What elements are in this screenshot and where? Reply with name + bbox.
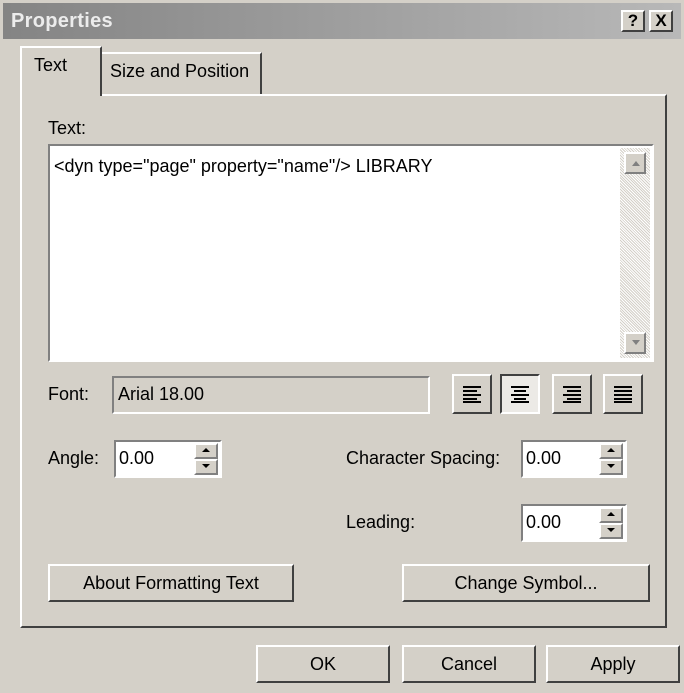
up-arrow-icon: [607, 448, 615, 452]
angle-value: 0.00: [119, 448, 155, 468]
scroll-up-button[interactable]: [624, 152, 646, 174]
character-spacing-increment-button[interactable]: [599, 443, 623, 459]
about-formatting-text-button[interactable]: About Formatting Text: [48, 564, 294, 602]
properties-dialog: Properties ? X Text Size and Position Te…: [0, 0, 684, 693]
window-title: Properties: [11, 10, 113, 32]
down-arrow-icon: [607, 528, 615, 532]
character-spacing-input[interactable]: 0.00: [521, 440, 627, 478]
close-button[interactable]: X: [649, 10, 673, 32]
text-input-area[interactable]: <dyn type="page" property="name"/> LIBRA…: [48, 144, 654, 362]
tab-text[interactable]: Text: [20, 46, 102, 96]
align-justify-button[interactable]: [603, 374, 643, 414]
tab-size-label: Size and Position: [110, 61, 250, 81]
scroll-down-button[interactable]: [624, 332, 646, 354]
angle-decrement-button[interactable]: [194, 459, 218, 475]
leading-label: Leading:: [346, 512, 416, 532]
align-right-button[interactable]: [552, 374, 592, 414]
apply-button[interactable]: Apply: [546, 645, 680, 683]
font-value: Arial 18.00: [118, 384, 205, 404]
up-arrow-icon: [607, 512, 615, 516]
up-arrow-icon: [202, 448, 210, 452]
angle-input[interactable]: 0.00: [114, 440, 222, 478]
font-label: Font:: [48, 384, 90, 404]
ok-button[interactable]: OK: [256, 645, 390, 683]
text-content: <dyn type="page" property="name"/> LIBRA…: [54, 156, 433, 176]
leading-value: 0.00: [526, 512, 562, 532]
title-bar[interactable]: Properties ? X: [3, 3, 681, 39]
down-arrow-icon: [202, 464, 210, 468]
change-symbol-button[interactable]: Change Symbol...: [402, 564, 650, 602]
tab-text-label: Text: [34, 55, 68, 75]
text-label: Text:: [48, 118, 87, 138]
leading-input[interactable]: 0.00: [521, 504, 627, 542]
align-left-button[interactable]: [452, 374, 492, 414]
down-arrow-icon: [607, 464, 615, 468]
character-spacing-decrement-button[interactable]: [599, 459, 623, 475]
align-left-icon: [463, 386, 481, 403]
angle-increment-button[interactable]: [194, 443, 218, 459]
help-button[interactable]: ?: [621, 10, 645, 32]
align-center-icon: [511, 386, 529, 403]
vertical-scrollbar[interactable]: [620, 148, 650, 358]
tab-size-and-position[interactable]: Size and Position: [102, 52, 262, 94]
character-spacing-value: 0.00: [526, 448, 562, 468]
character-spacing-label: Character Spacing:: [346, 448, 501, 468]
leading-increment-button[interactable]: [599, 507, 623, 523]
align-justify-icon: [614, 386, 632, 403]
align-right-icon: [563, 386, 581, 403]
angle-label: Angle:: [48, 448, 100, 468]
leading-decrement-button[interactable]: [599, 523, 623, 539]
align-center-button[interactable]: [500, 374, 540, 414]
up-arrow-icon: [632, 161, 640, 166]
font-field: Arial 18.00: [112, 376, 430, 414]
down-arrow-icon: [632, 340, 640, 345]
cancel-button[interactable]: Cancel: [402, 645, 536, 683]
